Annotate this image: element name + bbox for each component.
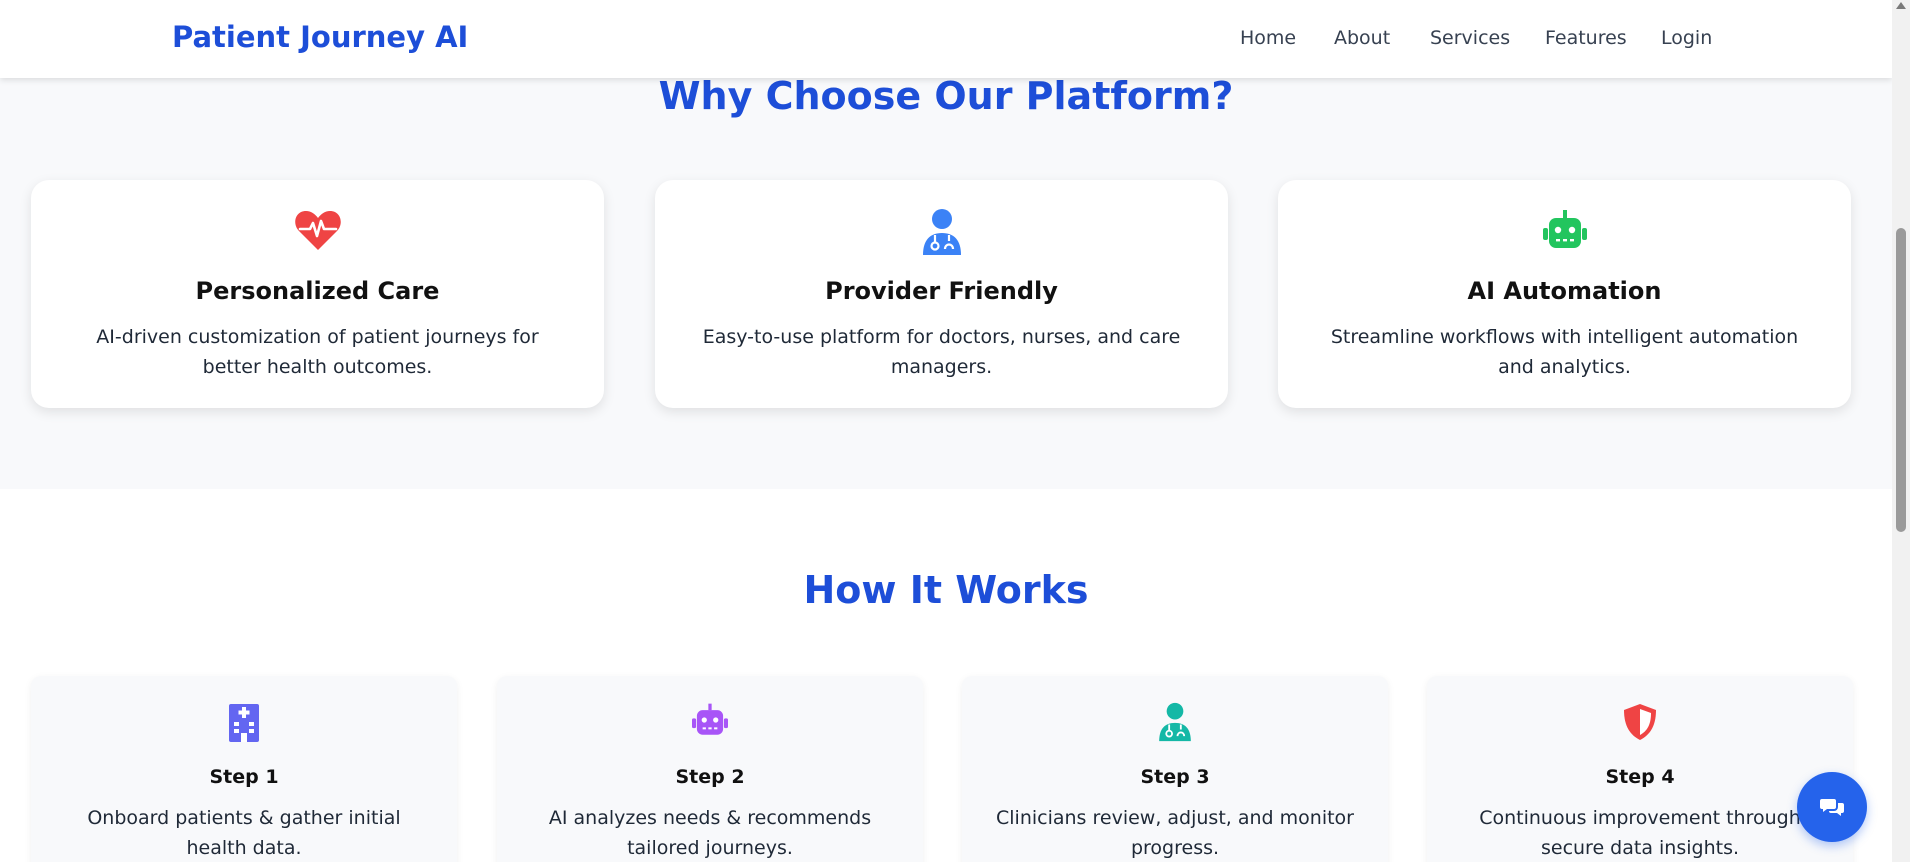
feature-description: Easy-to-use platform for doctors, nurses… bbox=[702, 326, 1181, 378]
doctor-icon bbox=[922, 209, 961, 255]
page: Why Choose Our Platform? Personalized Ca… bbox=[0, 0, 1892, 862]
feature-card-personalized-care: Personalized Care AI-driven customizatio… bbox=[31, 180, 604, 408]
scroll-thumb[interactable] bbox=[1896, 228, 1906, 532]
why-section-title: Why Choose Our Platform? bbox=[658, 74, 1234, 118]
chat-button[interactable] bbox=[1797, 772, 1867, 842]
nav-features[interactable]: Features bbox=[1545, 27, 1627, 49]
step-description: Onboard patients & gather initial health… bbox=[87, 807, 401, 859]
feature-card-provider-friendly: Provider Friendly Easy-to-use platform f… bbox=[655, 180, 1228, 408]
step-description: Continuous improvement through secure da… bbox=[1479, 807, 1801, 859]
site-header: Patient Journey AI Home About Services F… bbox=[0, 0, 1892, 78]
heartbeat-icon bbox=[294, 211, 341, 250]
feature-description: AI-driven customization of patient journ… bbox=[96, 326, 539, 378]
brand-logo[interactable]: Patient Journey AI bbox=[172, 20, 468, 54]
nav-services[interactable]: Services bbox=[1430, 27, 1510, 49]
scroll-up-arrow-icon[interactable] bbox=[1896, 2, 1906, 9]
page-scrollbar[interactable] bbox=[1892, 0, 1910, 862]
robot-icon bbox=[692, 703, 728, 735]
step-title: Step 3 bbox=[1140, 766, 1210, 788]
step-card-4: Step 4 Continuous improvement through se… bbox=[1427, 676, 1853, 862]
feature-title: AI Automation bbox=[1467, 277, 1662, 305]
step-description: Clinicians review, adjust, and monitor p… bbox=[996, 807, 1354, 859]
step-description: AI analyzes needs & recommends tailored … bbox=[548, 807, 872, 859]
shield-icon bbox=[1624, 704, 1656, 740]
step-card-2: Step 2 AI analyzes needs & recommends ta… bbox=[497, 676, 923, 862]
robot-icon bbox=[1542, 210, 1587, 248]
doctor-icon bbox=[1159, 702, 1191, 742]
feature-title: Personalized Care bbox=[195, 277, 440, 305]
chat-icon bbox=[1820, 799, 1844, 816]
step-title: Step 2 bbox=[675, 766, 745, 788]
hospital-icon bbox=[229, 704, 259, 742]
nav-about[interactable]: About bbox=[1334, 27, 1390, 49]
step-card-1: Step 1 Onboard patients & gather initial… bbox=[31, 676, 457, 862]
step-title: Step 4 bbox=[1605, 766, 1675, 788]
feature-card-ai-automation: AI Automation Streamline workflows with … bbox=[1278, 180, 1851, 408]
nav-home[interactable]: Home bbox=[1240, 27, 1296, 49]
step-title: Step 1 bbox=[209, 766, 279, 788]
how-section-title: How It Works bbox=[803, 568, 1089, 612]
step-card-3: Step 3 Clinicians review, adjust, and mo… bbox=[962, 676, 1388, 862]
feature-description: Streamline workflows with intelligent au… bbox=[1330, 326, 1799, 378]
feature-title: Provider Friendly bbox=[825, 277, 1058, 305]
nav-login[interactable]: Login bbox=[1661, 27, 1712, 49]
